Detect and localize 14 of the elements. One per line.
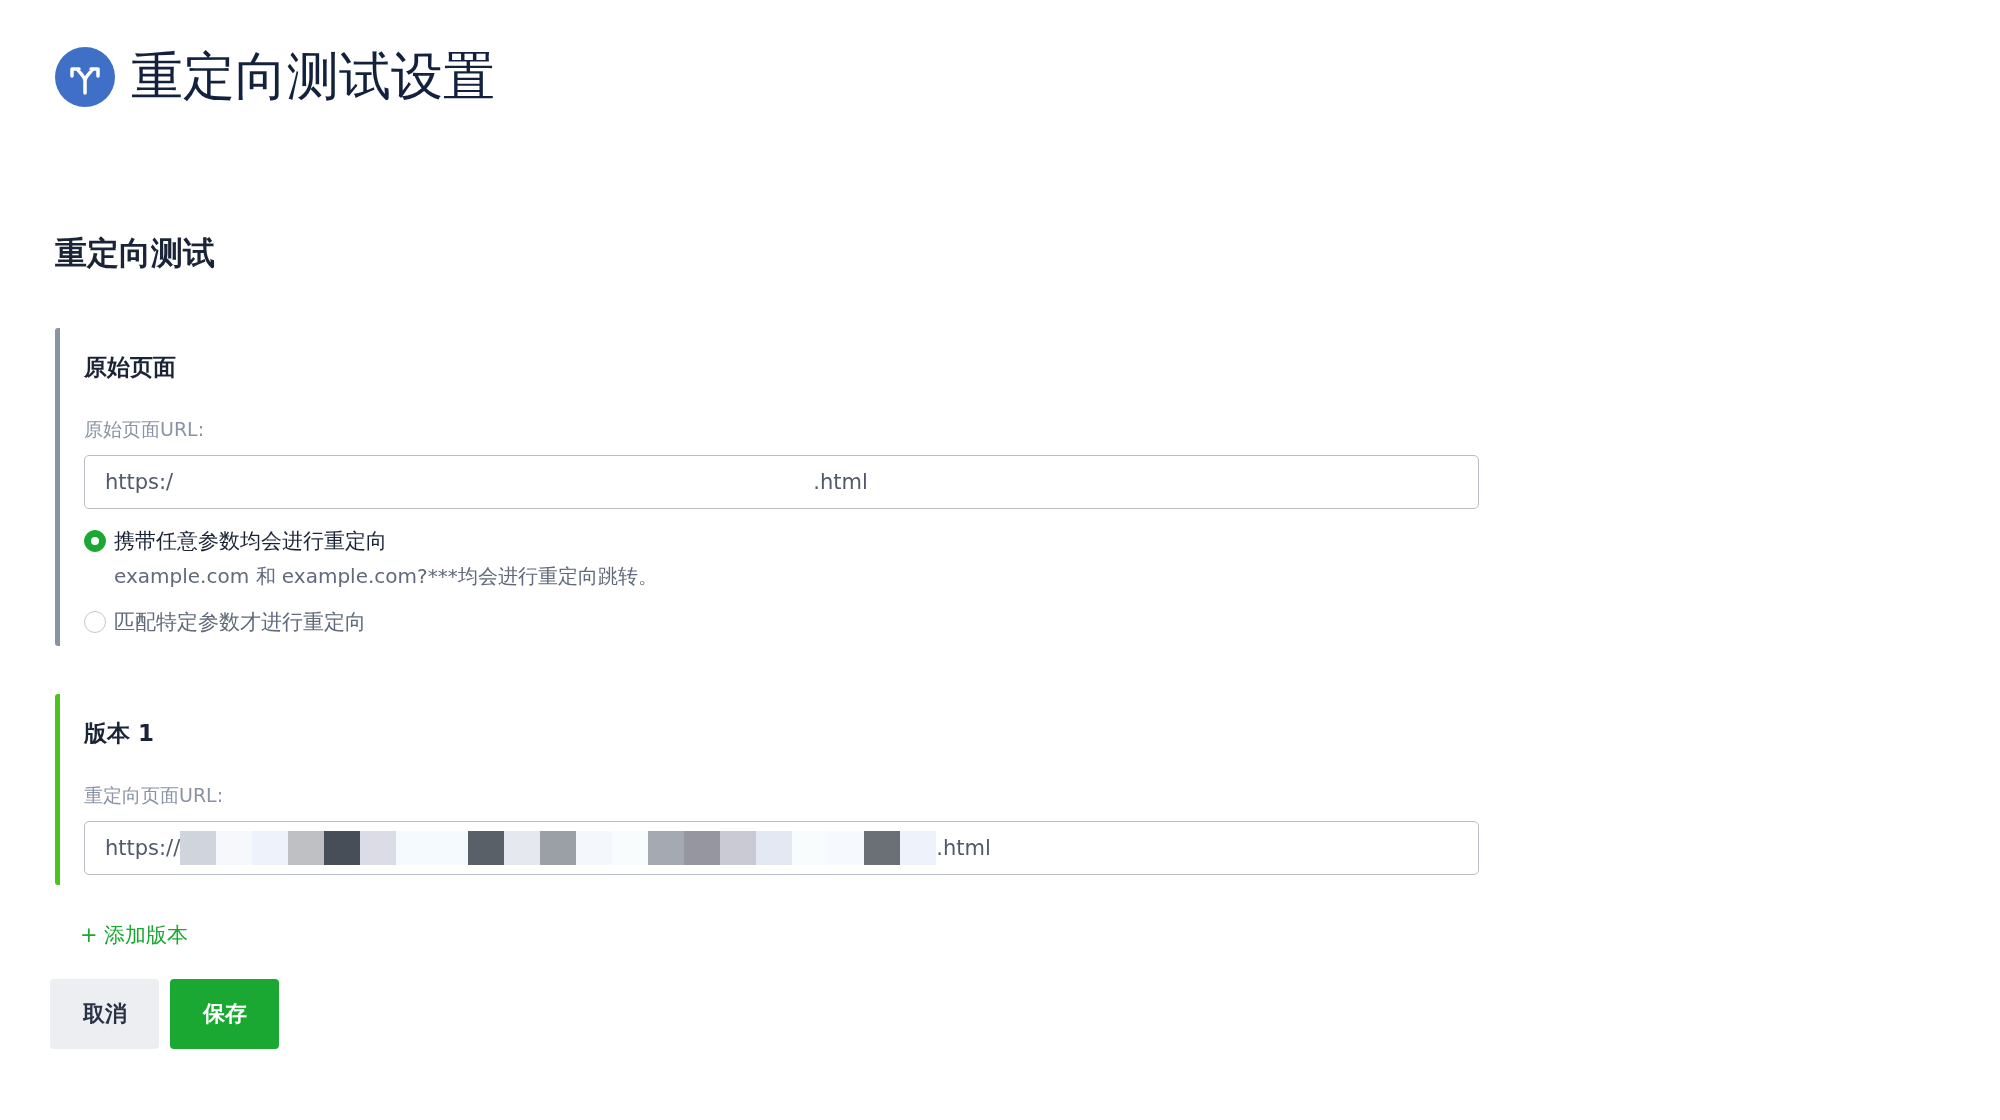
panel-heading: 原始页面 xyxy=(84,353,177,382)
url-field[interactable]: https:// .html xyxy=(84,821,1479,875)
url-field[interactable]: https:/ .html xyxy=(84,455,1479,509)
section-title: 重定向测试 xyxy=(55,233,216,274)
radio-label: 携带任意参数均会进行重定向 xyxy=(114,528,387,555)
field-label: 重定向页面URL: xyxy=(84,783,225,808)
cancel-button[interactable]: 取消 xyxy=(50,979,159,1049)
option-hint: example.com 和 example.com?***均会进行重定向跳转。 xyxy=(114,563,659,590)
radio-label: 匹配特定参数才进行重定向 xyxy=(114,609,366,636)
page-title: 重定向测试设置 xyxy=(131,45,495,108)
radio-button[interactable] xyxy=(84,530,106,552)
panel-heading: 版本 1 xyxy=(84,719,155,748)
field-label: 原始页面URL: xyxy=(84,417,206,442)
radio-button[interactable] xyxy=(84,611,106,633)
